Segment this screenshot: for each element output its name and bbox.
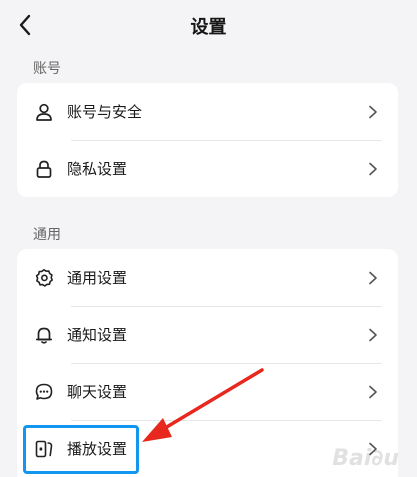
chevron-right-icon	[369, 271, 377, 284]
settings-item-label: 通知设置	[67, 326, 128, 344]
chevron-right-icon	[369, 328, 377, 341]
settings-item-account-security[interactable]: 账号与安全	[17, 83, 398, 140]
account-card: 账号与安全 隐私设置	[17, 83, 398, 197]
play-device-icon	[33, 438, 55, 460]
page-title: 设置	[190, 17, 227, 38]
gear-icon	[33, 267, 55, 289]
general-card: 通用设置 通知设置 聊天设置 播放设置	[17, 249, 398, 477]
section-label-account: 账号	[33, 61, 61, 77]
chevron-right-icon	[369, 442, 377, 455]
settings-item-privacy[interactable]: 隐私设置	[17, 140, 398, 197]
settings-item-notification[interactable]: 通知设置	[17, 306, 398, 363]
chevron-right-icon	[369, 105, 377, 118]
chat-icon	[33, 381, 55, 403]
lock-icon	[33, 158, 55, 180]
settings-item-general[interactable]: 通用设置	[17, 249, 398, 306]
chevron-right-icon	[369, 385, 377, 398]
settings-item-label: 隐私设置	[67, 160, 128, 178]
chevron-right-icon	[369, 162, 377, 175]
settings-item-playback[interactable]: 播放设置	[17, 420, 398, 477]
settings-item-chat[interactable]: 聊天设置	[17, 363, 398, 420]
user-icon	[33, 101, 55, 123]
settings-item-label: 账号与安全	[67, 103, 143, 121]
settings-item-label: 通用设置	[67, 269, 128, 287]
settings-item-label: 聊天设置	[67, 383, 128, 401]
section-label-general: 通用	[33, 227, 61, 243]
settings-item-label: 播放设置	[67, 440, 128, 458]
top-bar: 设置	[0, 0, 417, 52]
bell-icon	[33, 324, 55, 346]
